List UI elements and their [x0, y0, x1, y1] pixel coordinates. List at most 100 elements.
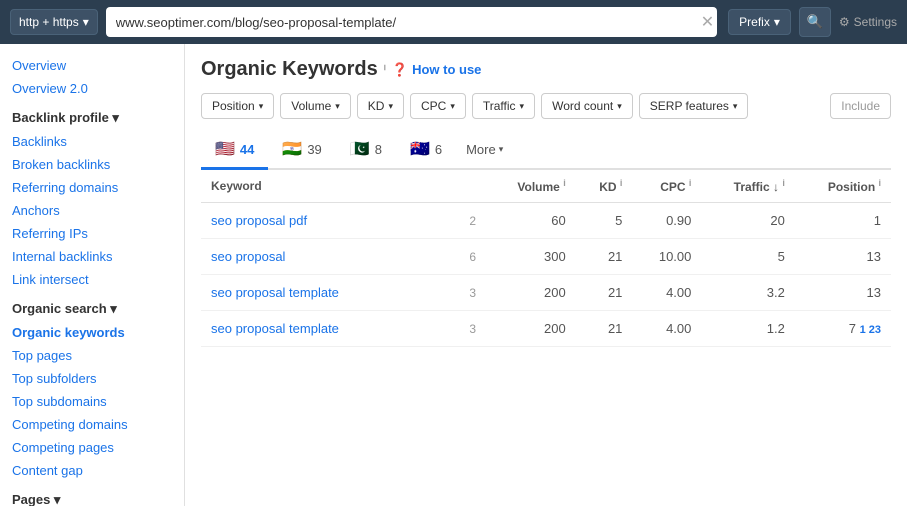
cell-keyword[interactable]: seo proposal template	[201, 311, 451, 347]
filter-traffic[interactable]: Traffic ▾	[472, 93, 535, 119]
keywords-table: Keyword Volume i KD i CPC i Traffic ↓ i …	[201, 170, 891, 347]
cell-volume: 200	[486, 311, 576, 347]
cell-col2: 3	[451, 275, 486, 311]
protocol-dropdown[interactable]: http + https ▾	[10, 9, 98, 35]
col-volume: Volume i	[486, 170, 576, 203]
us-count: 44	[240, 142, 254, 157]
sidebar-item-overview2[interactable]: Overview 2.0	[0, 77, 184, 100]
sidebar-item-overview[interactable]: Overview	[0, 54, 184, 77]
country-tab-au[interactable]: 🇦🇺 6	[396, 131, 456, 170]
pk-count: 8	[375, 142, 382, 157]
cell-traffic: 1.2	[701, 311, 794, 347]
au-flag: 🇦🇺	[410, 139, 430, 159]
cell-col2: 6	[451, 239, 486, 275]
col-cpc: CPC i	[632, 170, 701, 203]
traffic-chevron: ▾	[520, 101, 525, 112]
filter-volume[interactable]: Volume ▾	[280, 93, 351, 119]
sidebar-item-anchors[interactable]: Anchors	[0, 199, 184, 222]
url-input[interactable]	[106, 7, 717, 37]
cell-position: 1	[795, 203, 891, 239]
sidebar-item-top-subfolders[interactable]: Top subfolders	[0, 367, 184, 390]
filter-traffic-label: Traffic	[483, 99, 516, 113]
include-label: Include	[841, 99, 880, 113]
cell-volume: 300	[486, 239, 576, 275]
protocol-label: http + https	[19, 15, 79, 29]
cell-keyword[interactable]: seo proposal	[201, 239, 451, 275]
filter-bar: Position ▾ Volume ▾ KD ▾ CPC ▾ Traffic ▾…	[201, 93, 891, 119]
top-bar: http + https ▾ ✕ Prefix ▾ 🔍 ⚙ Settings	[0, 0, 907, 44]
protocol-chevron: ▾	[83, 15, 89, 29]
country-tab-in[interactable]: 🇮🇳 39	[268, 131, 335, 170]
cell-position: 13	[795, 239, 891, 275]
cell-volume: 60	[486, 203, 576, 239]
settings-label: Settings	[854, 15, 897, 29]
cell-kd: 21	[576, 239, 633, 275]
kd-chevron: ▾	[388, 101, 393, 112]
sidebar-item-content-gap[interactable]: Content gap	[0, 459, 184, 482]
search-icon: 🔍	[807, 14, 824, 30]
cell-position: 7 1 23	[795, 311, 891, 347]
filter-position[interactable]: Position ▾	[201, 93, 274, 119]
in-flag: 🇮🇳	[282, 139, 302, 159]
sidebar-item-internal-backlinks[interactable]: Internal backlinks	[0, 245, 184, 268]
cell-col2: 2	[451, 203, 486, 239]
sidebar-item-referring-ips[interactable]: Referring IPs	[0, 222, 184, 245]
settings-button[interactable]: ⚙ Settings	[839, 15, 897, 29]
filter-cpc[interactable]: CPC ▾	[410, 93, 466, 119]
page-title: Organic Keywords	[201, 58, 378, 81]
sidebar-item-organic-keywords[interactable]: Organic keywords	[0, 321, 184, 344]
sidebar-item-referring-domains[interactable]: Referring domains	[0, 176, 184, 199]
gear-icon: ⚙	[839, 15, 850, 29]
sidebar-section-organic: Organic search ▾	[0, 297, 184, 321]
more-label: More	[466, 142, 496, 157]
filter-word-count[interactable]: Word count ▾	[541, 93, 633, 119]
cell-keyword[interactable]: seo proposal pdf	[201, 203, 451, 239]
country-tab-us[interactable]: 🇺🇸 44	[201, 131, 268, 170]
filter-kd[interactable]: KD ▾	[357, 93, 404, 119]
more-chevron: ▾	[499, 144, 504, 155]
prefix-chevron: ▾	[774, 15, 780, 29]
title-info-icon[interactable]: ⁱ	[384, 63, 386, 77]
filter-position-label: Position	[212, 99, 255, 113]
col-traffic: Traffic ↓ i	[701, 170, 794, 203]
cell-kd: 21	[576, 275, 633, 311]
in-count: 39	[307, 142, 321, 157]
sidebar-item-backlinks[interactable]: Backlinks	[0, 130, 184, 153]
include-button[interactable]: Include	[830, 93, 891, 119]
filter-cpc-label: CPC	[421, 99, 446, 113]
search-button[interactable]: 🔍	[799, 7, 831, 37]
sidebar: Overview Overview 2.0 Backlink profile ▾…	[0, 44, 185, 506]
col-keyword: Keyword	[201, 170, 486, 203]
serp-chevron: ▾	[733, 101, 738, 112]
country-tab-pk[interactable]: 🇵🇰 8	[336, 131, 396, 170]
cell-cpc: 4.00	[632, 311, 701, 347]
filter-volume-label: Volume	[291, 99, 331, 113]
col-kd: KD i	[576, 170, 633, 203]
cell-kd: 5	[576, 203, 633, 239]
main-layout: Overview Overview 2.0 Backlink profile ▾…	[0, 44, 907, 506]
col-position: Position i	[795, 170, 891, 203]
sidebar-item-top-subdomains[interactable]: Top subdomains	[0, 390, 184, 413]
sidebar-item-competing-pages[interactable]: Competing pages	[0, 436, 184, 459]
country-tabs: 🇺🇸 44 🇮🇳 39 🇵🇰 8 🇦🇺 6 More ▾	[201, 131, 891, 170]
table-row: seo proposal 6 300 21 10.00 5 13	[201, 239, 891, 275]
cell-keyword[interactable]: seo proposal template	[201, 275, 451, 311]
sidebar-item-top-pages[interactable]: Top pages	[0, 344, 184, 367]
cell-traffic: 5	[701, 239, 794, 275]
cell-traffic: 3.2	[701, 275, 794, 311]
us-flag: 🇺🇸	[215, 139, 235, 159]
filter-serp-features[interactable]: SERP features ▾	[639, 93, 749, 119]
sidebar-item-competing-domains[interactable]: Competing domains	[0, 413, 184, 436]
table-row: seo proposal template 3 200 21 4.00 3.2 …	[201, 275, 891, 311]
more-button[interactable]: More ▾	[456, 134, 513, 165]
sidebar-item-link-intersect[interactable]: Link intersect	[0, 268, 184, 291]
cell-traffic: 20	[701, 203, 794, 239]
pk-flag: 🇵🇰	[350, 139, 370, 159]
page-title-area: Organic Keywords ⁱ ❓ How to use	[201, 58, 891, 81]
prefix-dropdown[interactable]: Prefix ▾	[728, 9, 791, 35]
how-to-use-link[interactable]: ❓ How to use	[392, 62, 482, 78]
clear-button[interactable]: ✕	[695, 12, 720, 32]
sidebar-item-broken-backlinks[interactable]: Broken backlinks	[0, 153, 184, 176]
position-chevron: ▾	[259, 101, 264, 112]
main-content: Organic Keywords ⁱ ❓ How to use Position…	[185, 44, 907, 506]
